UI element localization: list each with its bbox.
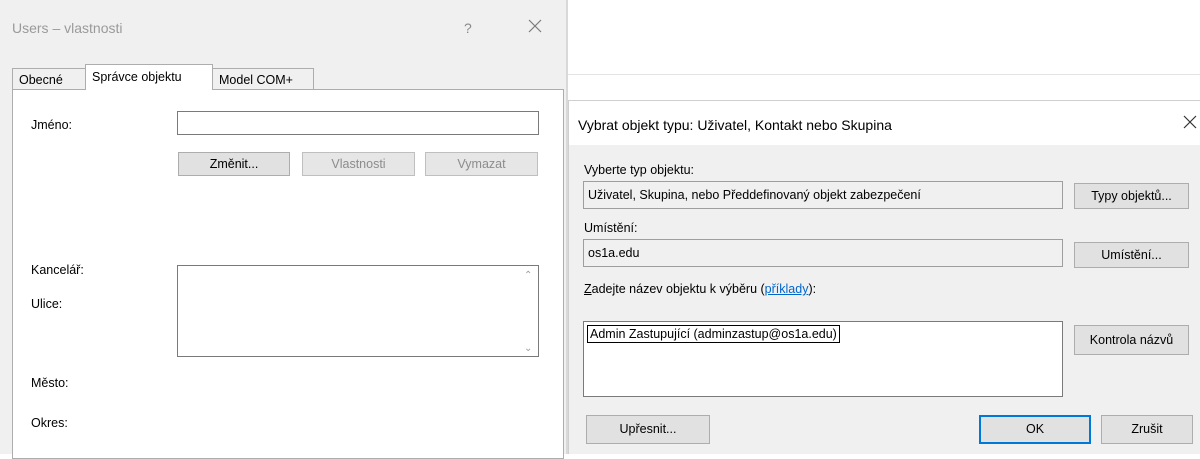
- location-field: os1a.edu: [583, 239, 1063, 267]
- resolved-name-entry[interactable]: Admin Zastupující (adminzastup@os1a.edu): [587, 325, 840, 343]
- scroll-down-icon[interactable]: ⌄: [524, 343, 532, 354]
- cancel-button[interactable]: Zrušit: [1101, 415, 1193, 444]
- background-separator: [568, 74, 1200, 75]
- street-field[interactable]: ⌃ ⌄: [177, 265, 539, 357]
- properties-window: Users – vlastnosti ? Obecné Správce obje…: [0, 0, 566, 459]
- clear-button[interactable]: Vymazat: [425, 152, 538, 176]
- dialog-close-button[interactable]: [1183, 115, 1197, 132]
- check-names-button[interactable]: Kontrola názvů: [1074, 325, 1189, 355]
- change-button[interactable]: Změnit...: [178, 152, 290, 176]
- scroll-up-icon[interactable]: ⌃: [524, 270, 532, 281]
- enter-names-text: adejte název objektu k výběru (: [591, 282, 765, 296]
- select-object-dialog: Vybrat objekt typu: Uživatel, Kontakt ne…: [568, 100, 1200, 454]
- close-button[interactable]: [527, 18, 545, 36]
- location-label: Umístění:: [584, 221, 638, 235]
- name-label: Jméno:: [31, 118, 72, 132]
- tab-general[interactable]: Obecné: [12, 68, 86, 90]
- help-button[interactable]: ?: [464, 20, 472, 36]
- object-type-field: Uživatel, Skupina, nebo Předdefinovaný o…: [583, 181, 1063, 209]
- object-names-input[interactable]: Admin Zastupující (adminzastup@os1a.edu): [583, 321, 1063, 397]
- properties-button[interactable]: Vlastnosti: [302, 152, 415, 176]
- advanced-button[interactable]: Upřesnit...: [586, 415, 710, 444]
- close-icon: [1183, 115, 1197, 129]
- enter-names-accesskey: Z: [584, 282, 592, 296]
- enter-names-suffix: ):: [808, 282, 817, 296]
- county-label: Okres:: [31, 416, 68, 430]
- ok-button[interactable]: OK: [979, 415, 1091, 444]
- dialog-title-bar: Vybrat objekt typu: Uživatel, Kontakt ne…: [569, 101, 1200, 145]
- locations-button[interactable]: Umístění...: [1074, 242, 1189, 268]
- street-label: Ulice:: [31, 297, 63, 311]
- object-type-label: Vyberte typ objektu:: [584, 163, 695, 177]
- close-icon: [528, 19, 542, 33]
- tab-panel: Jméno: Změnit... Vlastnosti Vymazat Kanc…: [12, 89, 564, 459]
- tab-managed-by[interactable]: Správce objektu: [85, 64, 213, 90]
- object-types-button[interactable]: Typy objektů...: [1074, 183, 1189, 209]
- street-scrollbar[interactable]: ⌃ ⌄: [520, 267, 537, 357]
- name-field[interactable]: [177, 111, 539, 135]
- tab-com-plus[interactable]: Model COM+: [212, 68, 314, 90]
- examples-link[interactable]: příklady: [765, 282, 809, 296]
- window-title: Users – vlastnosti: [12, 20, 123, 36]
- city-label: Město:: [31, 376, 69, 390]
- dialog-title: Vybrat objekt typu: Uživatel, Kontakt ne…: [578, 117, 892, 133]
- enter-names-label: Zadejte název objektu k výběru (příklady…: [584, 282, 816, 296]
- office-label: Kancelář:: [31, 263, 84, 277]
